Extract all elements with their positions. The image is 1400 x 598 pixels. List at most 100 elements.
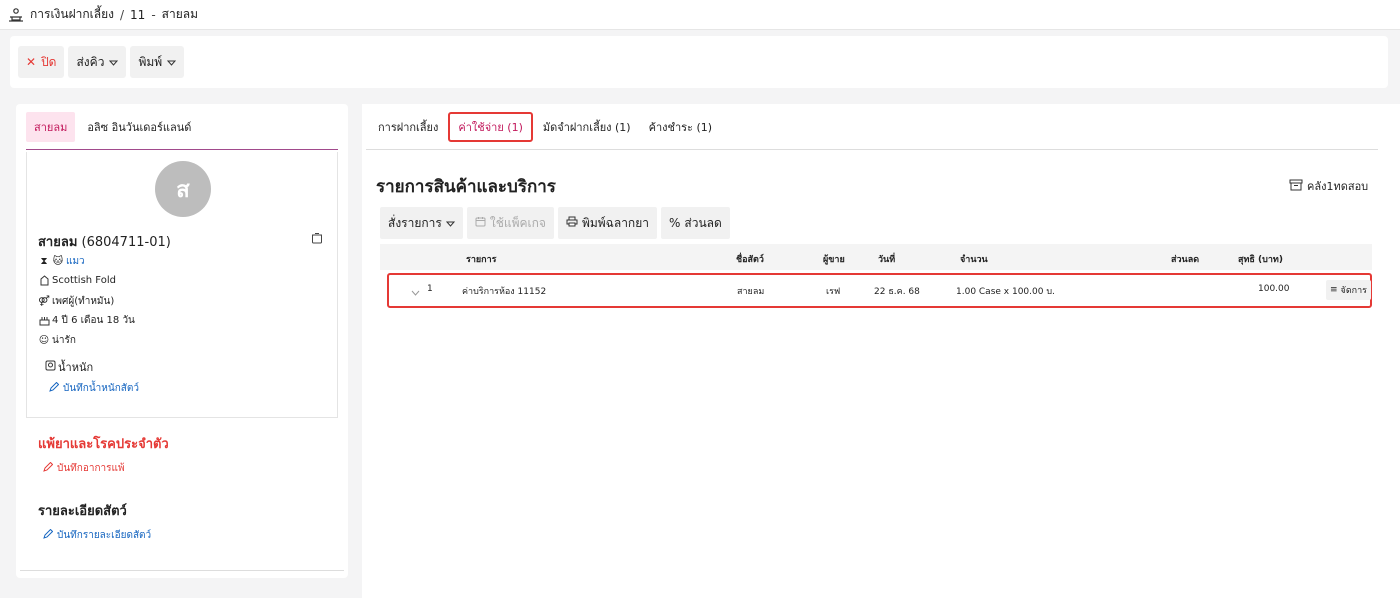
pet-hotel-icon	[8, 7, 24, 23]
col-item: รายการ	[466, 255, 497, 265]
tab-boarding[interactable]: การฝากเลี้ยง	[370, 112, 446, 142]
printer-icon	[566, 216, 578, 230]
action-bar: สั่งรายการ ใช้แพ็คเกจ พิมพ์ฉลากยา % ส่วน…	[380, 207, 730, 239]
chevron-down-icon[interactable]	[411, 285, 420, 296]
tab-underline	[26, 149, 338, 150]
gender-icon: ⚤	[38, 296, 50, 307]
warehouse-label: คลัง1ทดสอบ	[1307, 180, 1369, 193]
order-label: สั่งรายการ	[388, 215, 442, 230]
col-net: สุทธิ (บาท)	[1238, 255, 1283, 265]
row-quantity: 1.00 Case x 100.00 บ.	[956, 287, 1055, 297]
row-date: 22 ธ.ค. 68	[874, 287, 920, 297]
record-detail-link[interactable]: บันทึกรายละเอียดสัตว์	[43, 528, 151, 543]
order-button[interactable]: สั่งรายการ	[380, 207, 463, 239]
discount-button[interactable]: % ส่วนลด	[660, 207, 730, 239]
send-queue-label: ส่งคิว	[76, 54, 105, 69]
breed-icon	[38, 274, 50, 286]
hourglass-icon: ⧗	[40, 256, 48, 267]
record-allergy-link[interactable]: บันทึกอาการแพ้	[43, 461, 125, 476]
tab-pet-alice[interactable]: อลิซ อินวันเดอร์แลนด์	[79, 112, 199, 142]
chevron-down-icon	[109, 55, 119, 69]
breadcrumb-separator: /	[120, 7, 125, 22]
col-quantity: จำนวน	[960, 255, 988, 265]
table-row[interactable]: 1 ค่าบริการห้อง 11152 สายลม เรฟ 22 ธ.ค. …	[387, 273, 1372, 308]
menu-icon: ≡	[1330, 285, 1338, 295]
tab-expenses[interactable]: ค่าใช้จ่าย (1)	[448, 112, 533, 142]
print-drug-label-text: พิมพ์ฉลากยา	[581, 215, 649, 230]
breadcrumb-dash: -	[151, 7, 156, 22]
pencil-icon	[43, 528, 54, 542]
col-discount: ส่วนลด	[1171, 255, 1200, 265]
record-allergy-text: บันทึกอาการแพ้	[57, 463, 125, 474]
row-seller: เรฟ	[826, 287, 841, 297]
record-weight-link[interactable]: บันทึกน้ำหนักสัตว์	[49, 381, 139, 396]
col-date: วันที่	[878, 255, 896, 265]
manage-button[interactable]: ≡ จัดการ	[1326, 280, 1372, 300]
sex-row: ⚤ เพศผู้(ทำหมัน)	[38, 294, 114, 309]
age-row: 4 ปี 6 เดือน 18 วัน	[38, 313, 135, 328]
smile-icon: ☺	[38, 335, 50, 346]
species-row: ⧗ 🐱 แมว	[38, 254, 85, 269]
pet-name: สายลม (6804711-01)	[38, 231, 171, 252]
warehouse-selector[interactable]: คลัง1ทดสอบ	[1289, 177, 1368, 195]
billing-tabs: การฝากเลี้ยง ค่าใช้จ่าย (1) มัดจำฝากเลี้…	[370, 112, 720, 142]
close-button[interactable]: ✕ ปิด	[18, 46, 65, 78]
use-package-label: ใช้แพ็คเกจ	[489, 215, 546, 230]
breadcrumb-section[interactable]: การเงินฝากเลี้ยง	[30, 5, 114, 24]
table-header: รายการ ชื่อสัตว์ ผู้ขาย วันที่ จำนวน ส่ว…	[380, 244, 1372, 270]
breed-row: Scottish Fold	[38, 274, 116, 286]
age-text: 4 ปี 6 เดือน 18 วัน	[52, 315, 135, 326]
print-label: พิมพ์	[138, 54, 163, 69]
weight-label-text: น้ำหนัก	[58, 361, 94, 374]
close-label: ปิด	[41, 54, 57, 69]
pet-card: ส สายลม (6804711-01) ⧗ 🐱 แมว Scottish Fo…	[26, 152, 338, 418]
print-drug-label-button[interactable]: พิมพ์ฉลากยา	[557, 207, 657, 239]
pet-info-panel: สายลม อลิซ อินวันเดอร์แลนด์ ส สายลม (680…	[16, 104, 348, 578]
breadcrumb-name: สายลม	[161, 7, 199, 21]
pet-code: (6804711-01)	[81, 235, 171, 250]
calendar-icon	[475, 216, 486, 230]
pencil-icon	[43, 461, 54, 475]
row-pet: สายลม	[737, 287, 765, 297]
chevron-down-icon	[445, 216, 455, 230]
archive-box-icon	[1289, 179, 1303, 194]
page-title: รายการสินค้าและบริการ	[376, 177, 556, 197]
chevron-down-icon	[167, 55, 177, 69]
send-queue-button[interactable]: ส่งคิว	[68, 46, 127, 78]
tab-underline	[366, 149, 1378, 150]
col-seller: ผู้ขาย	[823, 255, 845, 265]
toolbar: ✕ ปิด ส่งคิว พิมพ์	[10, 36, 1388, 88]
record-detail-text: บันทึกรายละเอียดสัตว์	[57, 530, 152, 541]
record-weight-text: บันทึกน้ำหนักสัตว์	[63, 383, 139, 394]
pet-tabs: สายลม อลิซ อินวันเดอร์แลนด์	[26, 112, 199, 142]
pencil-icon	[49, 381, 60, 395]
row-item: ค่าบริการห้อง 11152	[462, 287, 547, 297]
tab-pet-sailom[interactable]: สายลม	[26, 112, 76, 142]
archive-icon[interactable]	[311, 232, 323, 244]
breadcrumb: การเงินฝากเลี้ยง / 11 - สายลม	[0, 0, 1400, 30]
use-package-button[interactable]: ใช้แพ็คเกจ	[466, 207, 554, 239]
discount-label: ส่วนลด	[684, 215, 722, 230]
sex-text: เพศผู้(ทำหมัน)	[52, 296, 115, 307]
cake-icon	[38, 315, 50, 327]
breed-text: Scottish Fold	[52, 274, 116, 286]
manage-label: จัดการ	[1340, 286, 1368, 296]
temperament-row: ☺ น่ารัก	[38, 333, 76, 348]
tab-deposit[interactable]: มัดจำฝากเลี้ยง (1)	[535, 112, 639, 142]
pet-name-text: สายลม	[38, 235, 78, 250]
breadcrumb-id: 11	[130, 7, 146, 22]
row-number: 1	[427, 284, 433, 294]
species-text: แมว	[66, 256, 85, 267]
pet-detail-title: รายละเอียดสัตว์	[38, 504, 127, 519]
temperament-text: น่ารัก	[52, 335, 76, 346]
divider	[20, 570, 344, 571]
close-icon: ✕	[26, 55, 37, 69]
cat-icon: 🐱	[52, 256, 64, 267]
scale-icon	[45, 360, 56, 374]
avatar: ส	[155, 161, 211, 217]
print-button[interactable]: พิมพ์	[130, 46, 185, 78]
tab-outstanding[interactable]: ค้างชำระ (1)	[641, 112, 720, 142]
billing-panel: การฝากเลี้ยง ค่าใช้จ่าย (1) มัดจำฝากเลี้…	[362, 104, 1400, 598]
allergy-title: แพ้ยาและโรคประจำตัว	[38, 437, 169, 452]
row-net: 100.00	[1258, 284, 1290, 294]
